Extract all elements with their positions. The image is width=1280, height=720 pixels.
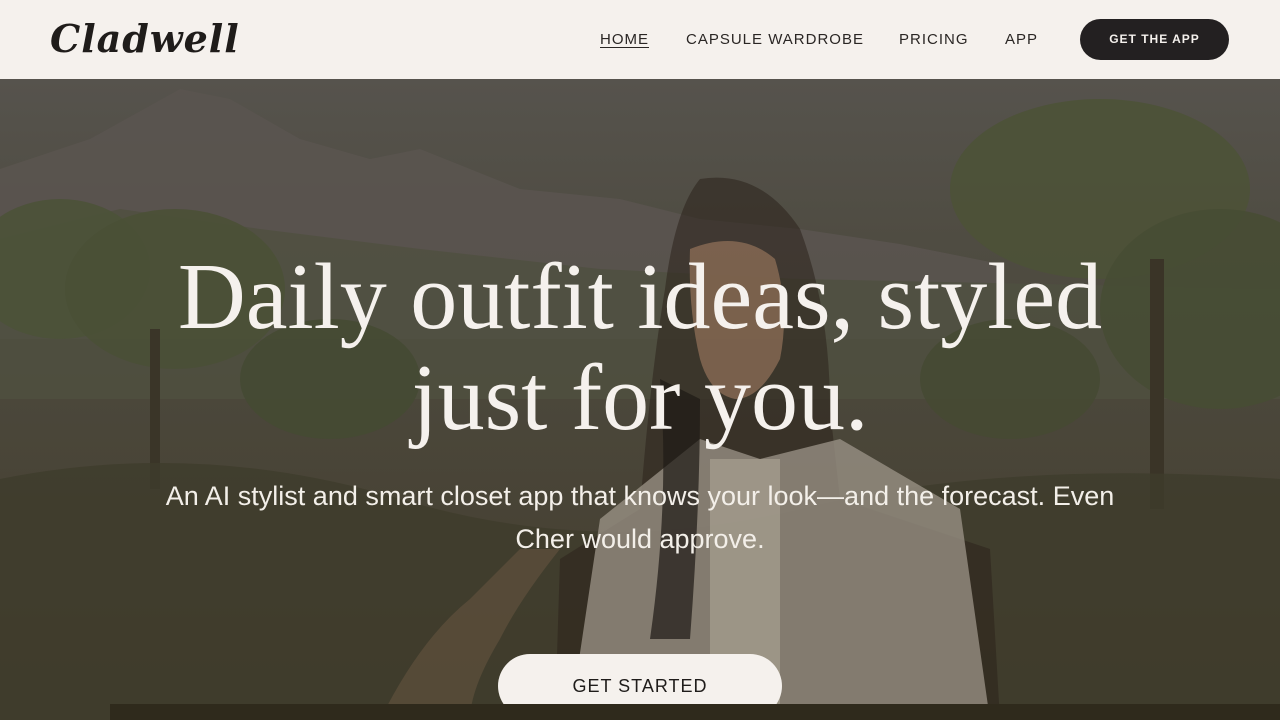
hero-title-line-1: Daily outfit ideas, styled <box>177 245 1103 349</box>
section-divider <box>110 704 1280 720</box>
hero-subtitle: An AI stylist and smart closet app that … <box>160 475 1120 561</box>
get-the-app-button[interactable]: GET THE APP <box>1080 19 1229 60</box>
hero-section: Daily outfit ideas, styled just for you.… <box>0 79 1280 720</box>
site-header: Cladwell HOME CAPSULE WARDROBE PRICING A… <box>0 0 1280 79</box>
hero-title-line-2: just for you. <box>411 346 869 450</box>
nav-home[interactable]: HOME <box>600 30 649 50</box>
nav-pricing[interactable]: PRICING <box>899 30 969 50</box>
hero-subtitle-line-1: An AI stylist and smart closet app that … <box>165 481 1115 511</box>
brand-logo[interactable]: Cladwell <box>50 14 240 64</box>
hero-title: Daily outfit ideas, styled just for you. <box>140 247 1140 449</box>
nav-app[interactable]: APP <box>1005 30 1038 50</box>
nav-capsule-wardrobe[interactable]: CAPSULE WARDROBE <box>686 30 864 50</box>
landing-page: Cladwell HOME CAPSULE WARDROBE PRICING A… <box>0 0 1280 720</box>
hero-subtitle-line-2: Cher would approve. <box>515 524 765 554</box>
